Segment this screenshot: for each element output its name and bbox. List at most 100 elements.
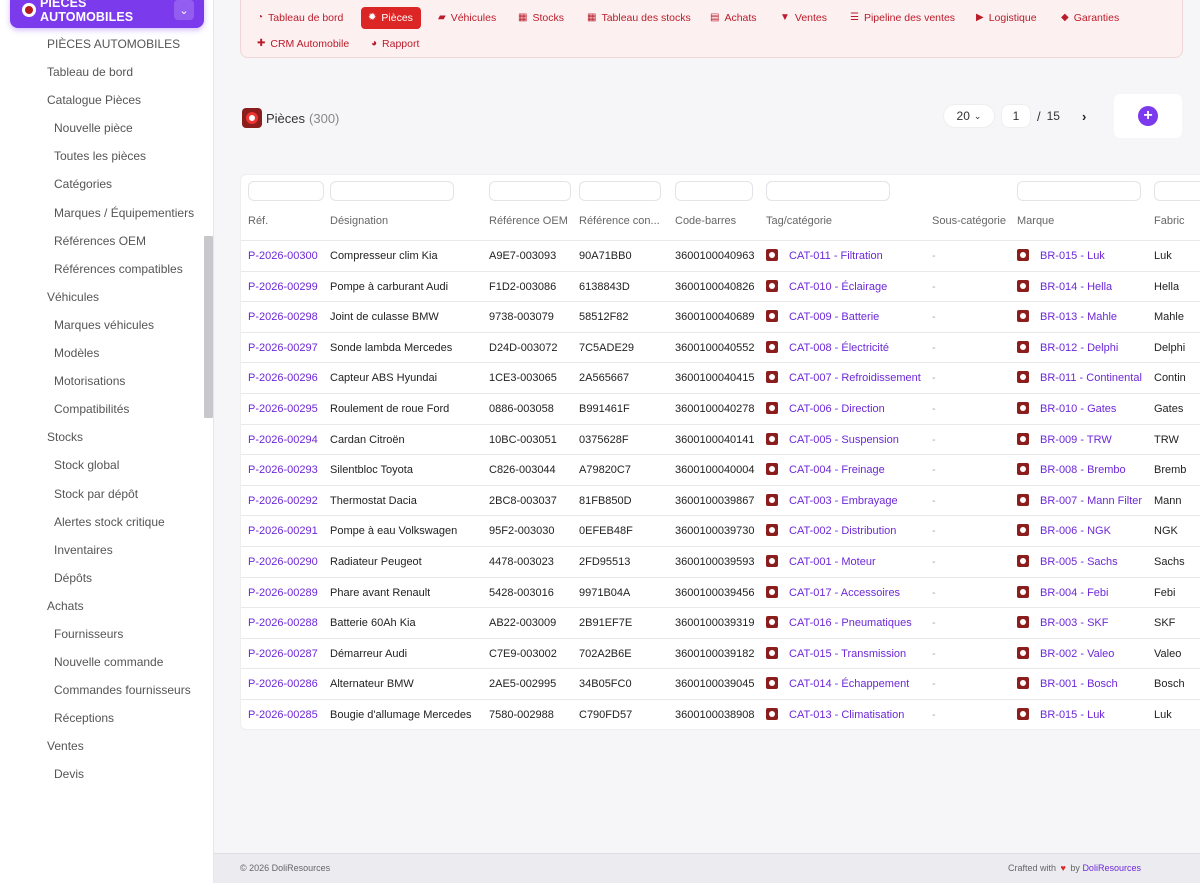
cell-ref[interactable]: P-2026-00292	[248, 486, 318, 516]
column-header[interactable]: Référence OEM	[489, 215, 568, 227]
sidebar-item-stocks[interactable]: Stocks	[0, 423, 204, 451]
tab-pipeline-des-ventes[interactable]: ☰ Pipeline des ventes	[843, 7, 963, 29]
cell-category[interactable]: CAT-007 - Refroidissement	[766, 363, 921, 393]
sidebar-item-depots[interactable]: Dépôts	[0, 564, 204, 592]
table-row[interactable]: P-2026-00288 Batterie 60Ah Kia AB22-003009…	[241, 607, 1200, 638]
cell-ref[interactable]: P-2026-00288	[248, 608, 318, 638]
cell-brand[interactable]: BR-015 - Luk	[1017, 241, 1105, 271]
sidebar-item-references-oem[interactable]: Références OEM	[0, 227, 204, 255]
tab-rapport[interactable]: ◕ Rapport	[364, 33, 427, 55]
sidebar-item-categories[interactable]: Catégories	[0, 170, 204, 198]
cell-category[interactable]: CAT-017 - Accessoires	[766, 578, 900, 608]
table-row[interactable]: P-2026-00298 Joint de culasse BMW 9738-003…	[241, 301, 1200, 332]
cell-brand[interactable]: BR-003 - SKF	[1017, 608, 1108, 638]
tab-tableau-des-stocks[interactable]: ▦ Tableau des stocks	[580, 7, 699, 29]
table-row[interactable]: P-2026-00300 Compresseur clim Kia A9E7-003…	[241, 240, 1200, 271]
sidebar-item-catalogue-pieces[interactable]: Catalogue Pièces	[0, 86, 204, 114]
cell-ref[interactable]: P-2026-00290	[248, 547, 318, 577]
table-row[interactable]: P-2026-00292 Thermostat Dacia 2BC8-003037 8…	[241, 484, 1200, 516]
sidebar-scrollbar[interactable]	[204, 236, 213, 418]
sidebar-item-motorisations[interactable]: Motorisations	[0, 367, 204, 395]
tab-ventes[interactable]: ▼ Ventes	[773, 7, 835, 29]
cell-category[interactable]: CAT-013 - Climatisation	[766, 700, 904, 729]
cell-category[interactable]: CAT-006 - Direction	[766, 394, 885, 424]
table-row[interactable]: P-2026-00286 Alternateur BMW 2AE5-002995 34…	[241, 668, 1200, 699]
cell-category[interactable]: CAT-014 - Échappement	[766, 669, 909, 699]
column-header[interactable]: Réf.	[248, 215, 268, 227]
next-page-chevron-icon[interactable]: ›	[1082, 109, 1086, 124]
cell-brand[interactable]: BR-006 - NGK	[1017, 516, 1111, 546]
cell-category[interactable]: CAT-016 - Pneumatiques	[766, 608, 912, 638]
cell-brand[interactable]: BR-012 - Delphi	[1017, 333, 1118, 363]
sidebar-item-toutes-les-pieces[interactable]: Toutes les pièces	[0, 142, 204, 170]
cell-ref[interactable]: P-2026-00296	[248, 363, 318, 393]
sidebar-item-references-compatibles[interactable]: Références compatibles	[0, 255, 204, 283]
cell-brand[interactable]: BR-015 - Luk	[1017, 700, 1105, 729]
column-filter-input[interactable]	[330, 181, 454, 201]
app-switcher-button[interactable]: PIÈCES AUTOMOBILES ⌄	[10, 0, 204, 28]
sidebar-item-receptions[interactable]: Réceptions	[0, 704, 204, 732]
table-row[interactable]: P-2026-00289 Phare avant Renault 5428-0030…	[241, 576, 1200, 608]
cell-category[interactable]: CAT-008 - Électricité	[766, 333, 889, 363]
cell-brand[interactable]: BR-001 - Bosch	[1017, 669, 1118, 699]
cell-brand[interactable]: BR-005 - Sachs	[1017, 547, 1118, 577]
column-header[interactable]: Fabric	[1154, 215, 1185, 227]
column-header[interactable]: Référence con...	[579, 215, 660, 227]
tab-logistique[interactable]: ▶ Logistique	[969, 7, 1045, 29]
cell-ref[interactable]: P-2026-00285	[248, 700, 318, 729]
column-header[interactable]: Tag/catégorie	[766, 215, 832, 227]
chevron-down-icon[interactable]: ⌄	[174, 0, 194, 20]
sidebar-item-marques-vehicules[interactable]: Marques véhicules	[0, 311, 204, 339]
cell-brand[interactable]: BR-013 - Mahle	[1017, 302, 1117, 332]
cell-brand[interactable]: BR-010 - Gates	[1017, 394, 1116, 424]
sidebar-item-inventaires[interactable]: Inventaires	[0, 536, 204, 564]
sidebar-item-stock-par-depot[interactable]: Stock par dépôt	[0, 480, 204, 508]
tab-pieces[interactable]: ✹ Pièces	[361, 7, 421, 29]
cell-category[interactable]: CAT-002 - Distribution	[766, 516, 896, 546]
cell-ref[interactable]: P-2026-00286	[248, 669, 318, 699]
cell-category[interactable]: CAT-015 - Transmission	[766, 639, 906, 669]
cell-ref[interactable]: P-2026-00287	[248, 639, 318, 669]
page-number-input[interactable]: 1	[1001, 104, 1031, 128]
sidebar-item-modeles[interactable]: Modèles	[0, 339, 204, 367]
cell-ref[interactable]: P-2026-00300	[248, 241, 318, 271]
column-filter-input[interactable]	[248, 181, 324, 201]
cell-ref[interactable]: P-2026-00297	[248, 333, 318, 363]
table-row[interactable]: P-2026-00291 Pompe à eau Volkswagen 95F2-0…	[241, 515, 1200, 546]
cell-category[interactable]: CAT-004 - Freinage	[766, 455, 885, 485]
sidebar-item-tableau-de-bord[interactable]: Tableau de bord	[0, 58, 204, 86]
table-row[interactable]: P-2026-00294 Cardan Citroën 10BC-003051 037…	[241, 423, 1200, 455]
table-row[interactable]: P-2026-00290 Radiateur Peugeot 4478-003023…	[241, 546, 1200, 577]
cell-category[interactable]: CAT-003 - Embrayage	[766, 486, 898, 516]
cell-brand[interactable]: BR-007 - Mann Filter	[1017, 486, 1142, 516]
sidebar-item-marques-equipementiers[interactable]: Marques / Équipementiers	[0, 199, 204, 227]
cell-brand[interactable]: BR-009 - TRW	[1017, 425, 1112, 455]
add-part-button[interactable]: +	[1138, 106, 1158, 126]
cell-brand[interactable]: BR-008 - Brembo	[1017, 455, 1126, 485]
sidebar-item-vehicules[interactable]: Véhicules	[0, 283, 204, 311]
cell-ref[interactable]: P-2026-00293	[248, 455, 318, 485]
brand-link[interactable]: DoliResources	[1082, 863, 1141, 873]
table-row[interactable]: P-2026-00296 Capteur ABS Hyundai 1CE3-0030…	[241, 362, 1200, 393]
cell-category[interactable]: CAT-009 - Batterie	[766, 302, 879, 332]
cell-category[interactable]: CAT-001 - Moteur	[766, 547, 876, 577]
table-row[interactable]: P-2026-00287 Démarreur Audi C7E9-003002 702…	[241, 637, 1200, 669]
cell-category[interactable]: CAT-005 - Suspension	[766, 425, 899, 455]
sidebar-item-devis[interactable]: Devis	[0, 760, 204, 788]
cell-ref[interactable]: P-2026-00298	[248, 302, 318, 332]
column-filter-input[interactable]	[1017, 181, 1141, 201]
cell-category[interactable]: CAT-011 - Filtration	[766, 241, 883, 271]
column-filter-input[interactable]	[675, 181, 753, 201]
cell-category[interactable]: CAT-010 - Éclairage	[766, 272, 887, 302]
sidebar-item-compatibilites[interactable]: Compatibilités	[0, 395, 204, 423]
tab-tableau-de-bord[interactable]: ◔ Tableau de bord	[250, 7, 351, 29]
cell-ref[interactable]: P-2026-00294	[248, 425, 318, 455]
tab-garanties[interactable]: ◆ Garanties	[1054, 7, 1127, 29]
cell-brand[interactable]: BR-002 - Valeo	[1017, 639, 1114, 669]
column-filter-input[interactable]	[766, 181, 890, 201]
table-row[interactable]: P-2026-00295 Roulement de roue Ford 0886-0…	[241, 393, 1200, 424]
sidebar-item-alertes-stock-critique[interactable]: Alertes stock critique	[0, 508, 204, 536]
sidebar-item-nouvelle-commande[interactable]: Nouvelle commande	[0, 648, 204, 676]
tab-achats[interactable]: ▤ Achats	[703, 7, 765, 29]
tab-crm-automobile[interactable]: ✚ CRM Automobile	[250, 33, 357, 55]
